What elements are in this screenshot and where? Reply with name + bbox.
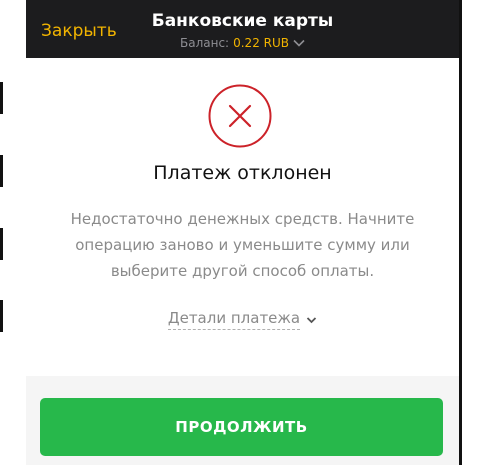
title-block: Банковские карты Баланс: 0.22 RUB [26,10,459,51]
continue-button[interactable]: ПРОДОЛЖИТЬ [40,398,443,456]
balance-value: 0.22 RUB [233,36,289,50]
chevron-down-icon [306,316,317,324]
result-panel: Платеж отклонен Недостаточно денежных ср… [26,58,459,376]
payment-details-row: Детали платежа [26,308,459,330]
right-edge [459,0,485,465]
status-message: Недостаточно денежных средств. Начните о… [70,210,415,280]
payment-details-toggle[interactable]: Детали платежа [167,309,317,330]
payment-screen: Закрыть Банковские карты Баланс: 0.22 RU… [26,0,459,465]
error-circle-x-icon [208,84,272,148]
edge-mark [0,300,3,332]
edge-mark [0,82,3,114]
edge-line [459,0,462,465]
edge-mark [0,228,3,260]
page-title: Банковские карты [151,11,334,31]
left-edge [0,0,26,465]
status-title: Платеж отклонен [153,162,332,184]
balance-selector[interactable]: Баланс: 0.22 RUB [180,36,305,50]
footer-bar: ПРОДОЛЖИТЬ [26,376,459,465]
top-bar: Закрыть Банковские карты Баланс: 0.22 RU… [26,0,459,58]
payment-details-label: Детали платежа [167,309,301,330]
chevron-down-icon [293,39,305,47]
edge-mark [0,155,3,187]
balance-label: Баланс: [180,36,230,50]
